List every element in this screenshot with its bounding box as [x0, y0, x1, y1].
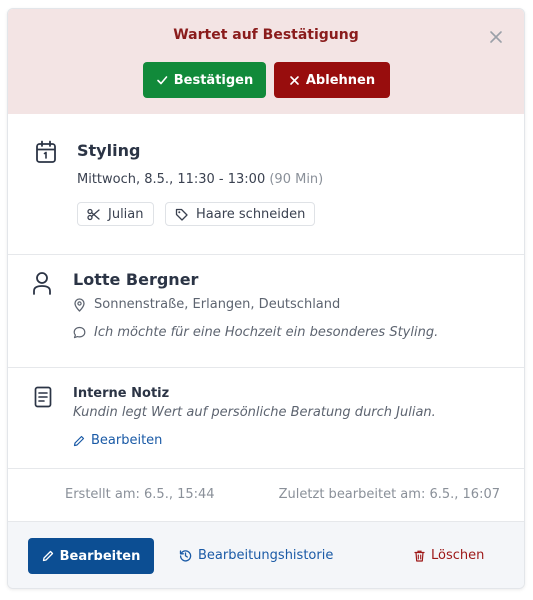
history-link[interactable]: Bearbeitungshistorie — [179, 548, 333, 563]
created-timestamp: Erstellt am: 6.5., 15:44 — [65, 487, 215, 502]
pencil-icon — [42, 550, 54, 562]
note-edit-label: Bearbeiten — [91, 433, 163, 448]
service-tag-label: Haare schneiden — [196, 206, 306, 222]
trash-icon — [414, 550, 425, 562]
check-icon — [156, 74, 168, 86]
pencil-icon — [73, 435, 85, 447]
delete-link[interactable]: Löschen — [414, 548, 484, 563]
pending-banner: Wartet auf Bestätigung Bestätigen Ablehn… — [8, 9, 524, 114]
banner-title: Wartet auf Bestätigung — [173, 27, 359, 43]
delete-link-label: Löschen — [431, 548, 485, 563]
reject-button-label: Ablehnen — [305, 72, 376, 88]
divider — [8, 367, 524, 368]
customer-address: Sonnenstraße, Erlangen, Deutschland — [94, 297, 341, 312]
service-tag: Haare schneiden — [165, 202, 316, 226]
location-pin-icon — [73, 297, 86, 312]
customer-address-row: Sonnenstraße, Erlangen, Deutschland — [73, 297, 340, 312]
staff-tag-label: Julian — [108, 206, 144, 222]
edit-button[interactable]: Bearbeiten — [28, 538, 154, 574]
appointment-card: Wartet auf Bestätigung Bestätigen Ablehn… — [7, 8, 525, 589]
divider — [8, 254, 524, 255]
edit-button-label: Bearbeiten — [59, 548, 141, 564]
confirm-button-label: Bestätigen — [173, 72, 254, 88]
service-title: Styling — [77, 141, 141, 160]
divider — [8, 468, 524, 469]
customer-comment-row: Ich möchte für eine Hochzeit ein besonde… — [73, 325, 438, 340]
x-icon — [289, 75, 300, 86]
note-icon — [34, 386, 52, 408]
history-icon — [179, 549, 192, 562]
customer-comment: Ich möchte für eine Hochzeit ein besonde… — [94, 325, 439, 340]
appointment-datetime: Mittwoch, 8.5., 11:30 - 13:00 — [77, 172, 266, 187]
footer-actions: Bearbeiten Bearbeitungshistorie Löschen — [8, 521, 524, 588]
reject-button[interactable]: Ablehnen — [274, 62, 390, 98]
calendar-icon — [35, 140, 57, 164]
tag-icon — [175, 208, 188, 221]
note-text: Kundin legt Wert auf persönliche Beratun… — [73, 405, 436, 420]
staff-tag: Julian — [77, 202, 154, 226]
confirm-button[interactable]: Bestätigen — [143, 62, 266, 98]
scissors-icon — [87, 208, 100, 221]
customer-name: Lotte Bergner — [73, 270, 199, 289]
appointment-time: Mittwoch, 8.5., 11:30 - 13:00 (90 Min) — [77, 172, 323, 187]
history-link-label: Bearbeitungshistorie — [198, 548, 334, 563]
note-title: Interne Notiz — [73, 386, 170, 401]
user-icon — [32, 271, 52, 295]
updated-timestamp: Zuletzt bearbeitet am: 6.5., 16:07 — [278, 487, 500, 502]
appointment-duration: (90 Min) — [269, 172, 324, 187]
close-icon[interactable] — [488, 29, 504, 45]
chat-bubble-icon — [73, 326, 86, 339]
note-edit-link[interactable]: Bearbeiten — [73, 433, 162, 448]
